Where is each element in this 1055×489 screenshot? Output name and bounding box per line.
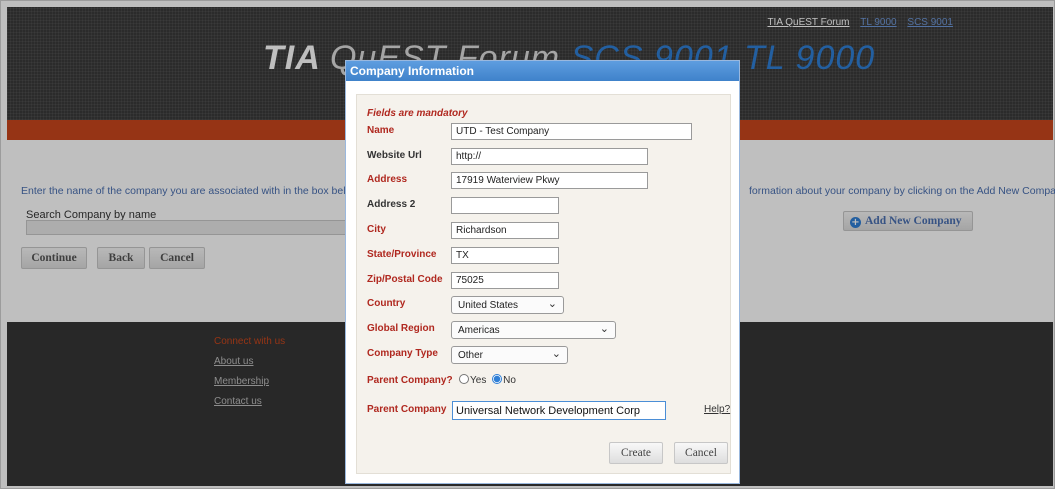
address-field[interactable]: 17919 Waterview Pkwy (451, 172, 648, 189)
zip-field[interactable]: 75025 (451, 272, 559, 289)
name-label: Name (367, 125, 395, 136)
state-label: State/Province (367, 249, 437, 260)
address2-label: Address 2 (367, 199, 416, 210)
parent-company-question-label: Parent Company? (367, 375, 453, 386)
city-field[interactable]: Richardson (451, 222, 559, 239)
city-label: City (367, 224, 386, 235)
company-type-select[interactable]: Other ⌄ (451, 346, 568, 364)
parent-company-field[interactable]: Universal Network Development Corp (452, 401, 666, 420)
address-label: Address (367, 174, 408, 185)
parent-company-label: Parent Company (367, 404, 447, 415)
company-type-select-value: Other (458, 350, 484, 361)
radio-yes-label: Yes (470, 375, 487, 386)
parent-company-radio-group: Yes No (459, 374, 516, 386)
zip-label: Zip/Postal Code (367, 274, 443, 285)
chevron-down-icon: ⌄ (547, 297, 557, 310)
radio-no[interactable] (492, 374, 503, 384)
website-field[interactable]: http:// (451, 148, 648, 165)
chevron-down-icon: ⌄ (551, 347, 561, 360)
radio-no-label: No (503, 375, 516, 386)
radio-yes[interactable] (459, 374, 469, 384)
state-field[interactable]: TX (451, 247, 559, 264)
name-field[interactable]: UTD - Test Company (451, 123, 692, 140)
region-label: Global Region (367, 323, 435, 334)
company-type-label: Company Type (367, 348, 438, 359)
address2-field[interactable] (451, 197, 559, 214)
dialog-body: Fields are mandatory Name UTD - Test Com… (356, 94, 731, 474)
country-select[interactable]: United States ⌄ (451, 296, 564, 314)
dialog-title: Company Information (346, 61, 739, 81)
help-link[interactable]: Help? (704, 404, 730, 415)
cancel-button[interactable]: Cancel (674, 442, 728, 464)
region-select-value: Americas (458, 325, 500, 336)
country-label: Country (367, 298, 406, 309)
chevron-down-icon: ⌄ (599, 322, 609, 335)
company-information-dialog: Company Information Fields are mandatory… (345, 60, 740, 484)
website-label: Website Url (367, 150, 422, 161)
mandatory-note: Fields are mandatory (367, 108, 468, 119)
region-select[interactable]: Americas ⌄ (451, 321, 616, 339)
row-parent-company: Parent Company Universal Network Develop… (367, 401, 730, 420)
create-button[interactable]: Create (609, 442, 663, 464)
country-select-value: United States (458, 300, 519, 311)
